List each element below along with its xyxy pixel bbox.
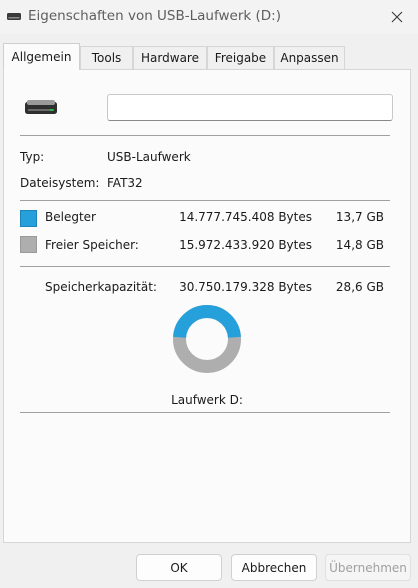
- used-space-label: Belegter: [45, 210, 96, 224]
- separator: [20, 135, 390, 136]
- type-label: Typ:: [20, 150, 45, 164]
- separator: [20, 266, 390, 267]
- separator: [20, 200, 390, 201]
- used-space-swatch: [20, 210, 37, 227]
- free-space-label: Freier Speicher:: [45, 238, 139, 252]
- used-space-bytes: 14.777.745.408 Bytes: [179, 210, 312, 224]
- free-space-bytes: 15.972.433.920 Bytes: [179, 238, 312, 252]
- ok-button[interactable]: OK: [136, 554, 222, 581]
- tab-anpassen[interactable]: Anpassen: [274, 46, 345, 69]
- tab-freigabe[interactable]: Freigabe: [207, 46, 274, 69]
- tab-allgemein[interactable]: Allgemein: [3, 43, 80, 70]
- capacity-bytes: 30.750.179.328 Bytes: [179, 280, 312, 294]
- type-value: USB-Laufwerk: [107, 150, 191, 164]
- window-title: Eigenschaften von USB-Laufwerk (D:): [28, 8, 281, 24]
- separator: [20, 412, 390, 413]
- capacity-gb: 28,6 GB: [335, 280, 384, 294]
- free-space-swatch: [20, 236, 37, 253]
- drive-label: Laufwerk D:: [171, 393, 243, 407]
- general-tab-panel: Typ: USB-Laufwerk Dateisystem: FAT32 Bel…: [3, 69, 411, 543]
- cancel-button[interactable]: Abbrechen: [231, 554, 317, 581]
- usage-donut-chart: [173, 305, 241, 373]
- usb-drive-icon: [25, 100, 57, 114]
- filesystem-value: FAT32: [107, 176, 143, 190]
- filesystem-label: Dateisystem:: [20, 176, 100, 190]
- used-space-gb: 13,7 GB: [335, 210, 384, 224]
- title-bar: Eigenschaften von USB-Laufwerk (D:): [0, 0, 418, 34]
- drive-name-input[interactable]: [107, 94, 393, 121]
- tab-tools[interactable]: Tools: [80, 46, 133, 69]
- tab-hardware[interactable]: Hardware: [133, 46, 207, 69]
- usb-drive-icon: [7, 13, 21, 20]
- donut-used-arc: [173, 305, 241, 339]
- close-button[interactable]: [376, 0, 418, 34]
- apply-button[interactable]: Übernehmen: [325, 554, 411, 581]
- free-space-gb: 14,8 GB: [335, 238, 384, 252]
- close-icon: [391, 11, 403, 23]
